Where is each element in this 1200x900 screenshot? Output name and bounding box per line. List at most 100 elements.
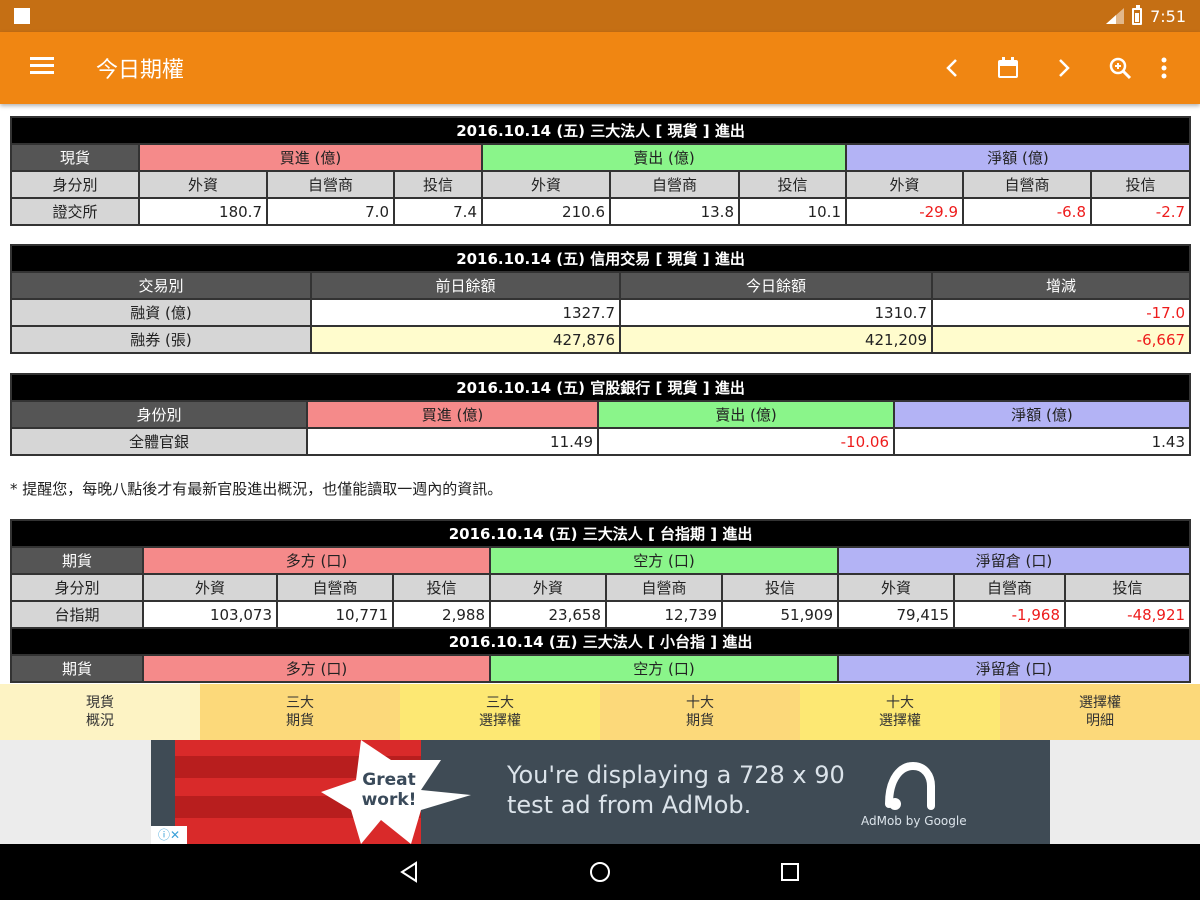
row-label: 全體官銀 <box>10 427 308 456</box>
buy-header: 買進 (億) <box>306 400 599 429</box>
system-nav-bar <box>0 844 1200 900</box>
table-title: 2016.10.14 (五) 三大法人 [ 台指期 ] 進出 <box>9 519 1192 548</box>
value-cell: 51,909 <box>721 600 839 629</box>
sub-header: 投信 <box>1089 170 1192 199</box>
notification-icon <box>14 8 30 24</box>
calendar-icon[interactable] <box>992 52 1024 84</box>
value-cell: 180.7 <box>138 197 268 226</box>
column-header: 增減 <box>930 271 1192 300</box>
reminder-note: * 提醒您，每晚八點後才有最新官股進出概況，也僅能讀取一週內的資訊。 <box>10 480 503 498</box>
ad-badge-text: Great work! <box>361 770 417 810</box>
value-cell: 10.1 <box>738 197 847 226</box>
short-header: 空方 (口) <box>489 654 839 683</box>
long-header: 多方 (口) <box>142 654 491 683</box>
recents-icon[interactable] <box>776 858 804 886</box>
value-cell: -6,667 <box>930 325 1192 354</box>
value-cell: 79,415 <box>837 600 955 629</box>
value-cell: 103,073 <box>142 600 278 629</box>
sub-header: 投信 <box>1063 573 1192 602</box>
net-header: 淨額 (億) <box>892 400 1192 429</box>
row-label: 台指期 <box>10 600 144 629</box>
value-cell: 11.49 <box>306 427 599 456</box>
value-cell: -6.8 <box>962 197 1092 226</box>
sub-header: 投信 <box>393 170 483 199</box>
sub-header: 自營商 <box>609 170 740 199</box>
corner-label: 期貨 <box>10 546 144 575</box>
value-cell: 210.6 <box>481 197 611 226</box>
table-title: 2016.10.14 (五) 信用交易 [ 現貨 ] 進出 <box>9 244 1192 273</box>
value-cell: 7.0 <box>266 197 395 226</box>
value-cell: -48,921 <box>1063 600 1192 629</box>
sub-header: 投信 <box>721 573 839 602</box>
value-cell: 421,209 <box>619 325 933 354</box>
tab-spot-overview[interactable]: 現貨 概況 <box>0 684 200 740</box>
prev-date-icon[interactable] <box>936 52 968 84</box>
sub-header: 自營商 <box>266 170 395 199</box>
status-time: 7:51 <box>1150 6 1186 26</box>
value-cell: 2,988 <box>392 600 491 629</box>
buy-header: 買進 (億) <box>138 143 483 172</box>
tab-top10-options[interactable]: 十大 選擇權 <box>800 684 1000 740</box>
sub-header: 自營商 <box>953 573 1066 602</box>
search-icon[interactable] <box>1104 52 1136 84</box>
corner-label: 期貨 <box>10 654 144 683</box>
battery-icon <box>1132 4 1143 25</box>
tab-institutional-futures[interactable]: 三大 期貨 <box>200 684 400 740</box>
txf-futures-table: 2016.10.14 (五) 三大法人 [ 台指期 ] 進出 期貨 多方 (口)… <box>9 519 1192 683</box>
value-cell: 10,771 <box>276 600 394 629</box>
column-header: 前日餘額 <box>310 271 621 300</box>
value-cell: 7.4 <box>393 197 483 226</box>
value-cell: 427,876 <box>310 325 621 354</box>
status-icons: 7:51 <box>1106 0 1186 32</box>
sub-header: 投信 <box>738 170 847 199</box>
table-title: 2016.10.14 (五) 三大法人 [ 小台指 ] 進出 <box>9 627 1192 656</box>
table-title: 2016.10.14 (五) 三大法人 [ 現貨 ] 進出 <box>9 116 1192 145</box>
net-position-header: 淨留倉 (口) <box>836 654 1192 683</box>
spot-institutional-table: 2016.10.14 (五) 三大法人 [ 現貨 ] 進出 現貨 買進 (億) … <box>9 116 1192 226</box>
value-cell: 1310.7 <box>619 298 933 327</box>
main-content[interactable]: 2016.10.14 (五) 三大法人 [ 現貨 ] 進出 現貨 買進 (億) … <box>0 104 1200 684</box>
sub-header: 自營商 <box>276 573 394 602</box>
tab-top10-futures[interactable]: 十大 期貨 <box>600 684 800 740</box>
home-icon[interactable] <box>586 858 614 886</box>
value-cell: -1,968 <box>953 600 1066 629</box>
ad-text-line: You're displaying a 728 x 90 <box>507 761 845 789</box>
table-row: 融資 (億) 1327.7 1310.7 -17.0 <box>10 298 1192 327</box>
sell-header: 賣出 (億) <box>481 143 847 172</box>
ad-text: You're displaying a 728 x 90 test ad fro… <box>507 760 845 820</box>
table-row: 證交所 180.7 7.0 7.4 210.6 13.8 10.1 -29.9 … <box>10 197 1192 226</box>
menu-icon[interactable] <box>28 54 56 82</box>
table-row: 台指期 103,073 10,771 2,988 23,658 12,739 5… <box>10 600 1192 629</box>
overflow-menu-icon[interactable] <box>1148 52 1180 84</box>
value-cell: 23,658 <box>489 600 607 629</box>
tab-institutional-options[interactable]: 三大 選擇權 <box>400 684 600 740</box>
status-bar: 7:51 <box>0 0 1200 32</box>
value-cell: 1.43 <box>892 427 1192 456</box>
next-date-icon[interactable] <box>1048 52 1080 84</box>
table-row: 全體官銀 11.49 -10.06 1.43 <box>10 427 1192 456</box>
value-cell: -10.06 <box>597 427 895 456</box>
value-cell: -2.7 <box>1089 197 1192 226</box>
signal-icon <box>1106 8 1125 24</box>
value-cell: -17.0 <box>930 298 1192 327</box>
id-header: 身分別 <box>10 170 140 199</box>
back-icon[interactable] <box>396 858 424 886</box>
value-cell: 13.8 <box>609 197 740 226</box>
row-label: 融券 (張) <box>10 325 312 354</box>
tab-options-detail[interactable]: 選擇權 明細 <box>1000 684 1200 740</box>
net-header: 淨額 (億) <box>844 143 1192 172</box>
sub-header: 外資 <box>489 573 607 602</box>
column-header: 身份別 <box>10 400 308 429</box>
row-label: 融資 (億) <box>10 298 312 327</box>
sub-header: 自營商 <box>962 170 1092 199</box>
sub-header: 外資 <box>142 573 278 602</box>
short-header: 空方 (口) <box>489 546 839 575</box>
sub-header: 外資 <box>481 170 611 199</box>
ad-container: Great work! You're displaying a 728 x 90… <box>0 740 1200 844</box>
ad-choices-icon[interactable]: ⓘ✕ <box>151 826 187 844</box>
id-header: 身分別 <box>10 573 144 602</box>
gov-bank-table: 2016.10.14 (五) 官股銀行 [ 現貨 ] 進出 身份別 買進 (億)… <box>9 373 1192 456</box>
ad-banner[interactable]: Great work! You're displaying a 728 x 90… <box>151 740 1050 844</box>
sub-header: 自營商 <box>605 573 723 602</box>
admob-logo-icon <box>885 761 935 810</box>
